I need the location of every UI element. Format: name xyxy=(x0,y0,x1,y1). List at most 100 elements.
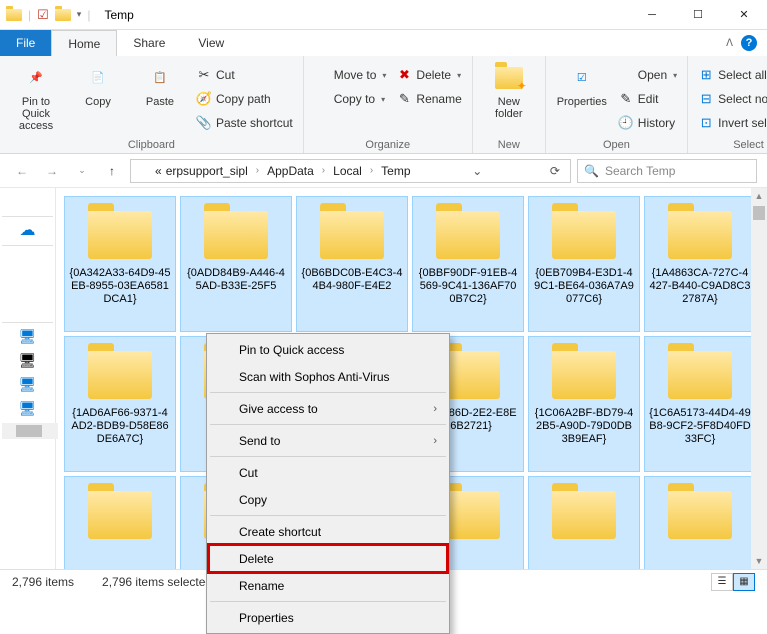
folder-item[interactable] xyxy=(64,476,176,569)
crumb-prefix: « xyxy=(155,164,162,178)
new-folder-icon xyxy=(495,67,523,89)
ctx-send-to[interactable]: Send to› xyxy=(209,427,447,454)
search-box[interactable]: 🔍 Search Temp xyxy=(577,159,757,183)
folder-item[interactable]: {1AD6AF66-9371-4AD2-BDB9-D58E86DE6A7C} xyxy=(64,336,176,472)
folder-icon xyxy=(668,351,732,399)
ribbon: 📌Pin to Quick access 📄Copy 📋Paste ✂Cut 🧭… xyxy=(0,56,767,154)
copy-path-button[interactable]: 🧭Copy path xyxy=(196,88,293,110)
nav-history-button[interactable]: ⌄ xyxy=(70,159,94,183)
close-button[interactable]: ✕ xyxy=(721,0,767,30)
maximize-button[interactable]: ☐ xyxy=(675,0,721,30)
paste-button[interactable]: 📋Paste xyxy=(134,60,186,108)
addr-dropdown-button[interactable]: ⌄ xyxy=(466,164,488,178)
ctx-create-shortcut[interactable]: Create shortcut xyxy=(209,518,447,545)
select-none-button[interactable]: ⊟Select none xyxy=(698,88,767,110)
crumb[interactable]: Local xyxy=(333,164,362,178)
scroll-down-icon[interactable]: ▼ xyxy=(751,553,767,569)
folder-name: {0B6BDC0B-E4C3-44B4-980F-E4E2 xyxy=(301,267,403,293)
divider: | xyxy=(87,8,90,22)
nav-tree[interactable]: ☁ 🖥 🖥 🖥 🖥 xyxy=(0,188,56,569)
crumb[interactable]: Temp xyxy=(381,164,410,178)
delete-button[interactable]: ✖Delete▾ xyxy=(396,64,461,86)
tree-scrollbar-h[interactable] xyxy=(2,423,58,439)
paste-shortcut-button[interactable]: 📎Paste shortcut xyxy=(196,112,293,134)
open-button[interactable]: Open▾ xyxy=(618,64,677,86)
history-icon: 🕘 xyxy=(618,115,634,131)
edit-icon: ✎ xyxy=(618,91,634,107)
new-folder-button[interactable]: New folder xyxy=(483,60,535,120)
file-tab[interactable]: File xyxy=(0,30,51,56)
crumb[interactable]: AppData xyxy=(267,164,314,178)
folder-item[interactable]: {1C06A2BF-BD79-42B5-A90D-79D0DB3B9EAF} xyxy=(528,336,640,472)
open-group: ☑ Properties Open▾ ✎Edit 🕘History Open xyxy=(546,56,688,153)
chevron-right-icon[interactable]: › xyxy=(366,165,377,176)
folder-name: {1AD6AF66-9371-4AD2-BDB9-D58E86DE6A7C} xyxy=(69,407,171,447)
files-scrollbar-v[interactable]: ▲ ▼ xyxy=(751,188,767,569)
ctx-scan-antivirus[interactable]: Scan with Sophos Anti-Virus xyxy=(209,363,447,390)
ctx-rename[interactable]: Rename xyxy=(209,572,447,599)
ctx-properties[interactable]: Properties xyxy=(209,604,447,631)
edit-button[interactable]: ✎Edit xyxy=(618,88,677,110)
folder-icon xyxy=(668,211,732,259)
history-button[interactable]: 🕘History xyxy=(618,112,677,134)
move-to-button[interactable]: Move to▾ xyxy=(314,64,387,86)
pc-icon: 🖥 xyxy=(19,352,37,369)
crumb[interactable]: erpsupport_sipl xyxy=(166,164,248,178)
scroll-thumb[interactable] xyxy=(753,206,765,220)
properties-button[interactable]: ☑ Properties xyxy=(556,60,608,108)
folder-item[interactable]: {0BBF90DF-91EB-4569-9C41-136AF700B7C2} xyxy=(412,196,524,332)
scroll-up-icon[interactable]: ▲ xyxy=(751,188,767,204)
ctx-pin-quick-access[interactable]: Pin to Quick access xyxy=(209,336,447,363)
ribbon-tabs: File Home Share View ᐱ ? xyxy=(0,30,767,56)
folder-item[interactable] xyxy=(644,476,756,569)
folder-icon xyxy=(436,211,500,259)
folder-item[interactable] xyxy=(528,476,640,569)
folder-name: {1C6A5173-44D4-49B8-9CF2-5F8D40FD33FC} xyxy=(649,407,751,447)
refresh-button[interactable]: ⟳ xyxy=(544,164,566,178)
pc-icon: 🖥 xyxy=(19,328,37,345)
folder-item[interactable]: {1A4863CA-727C-4427-B440-C9AD8C32787A} xyxy=(644,196,756,332)
select-group: ⊞Select all ⊟Select none ⊡Invert selecti… xyxy=(688,56,767,153)
pin-quick-access-button[interactable]: 📌Pin to Quick access xyxy=(10,60,62,132)
chevron-right-icon: › xyxy=(433,403,437,415)
separator xyxy=(210,601,446,602)
minimize-button[interactable]: ─ xyxy=(629,0,675,30)
ctx-give-access-to[interactable]: Give access to› xyxy=(209,395,447,422)
group-label: Select xyxy=(698,139,767,151)
folder-item[interactable]: {0A342A33-64D9-45EB-8955-03EA6581DCA1} xyxy=(64,196,176,332)
selectnone-icon: ⊟ xyxy=(698,91,714,107)
folder-icon xyxy=(88,211,152,259)
nav-up-button[interactable]: ↑ xyxy=(100,159,124,183)
dropdown-caret-icon[interactable]: ▾ xyxy=(77,9,82,20)
ctx-delete[interactable]: Delete xyxy=(209,545,447,572)
label: Copy xyxy=(85,96,111,108)
icons-view-button[interactable]: ▦ xyxy=(733,573,755,591)
collapse-ribbon-icon[interactable]: ᐱ xyxy=(726,38,733,49)
folder-item[interactable]: {1C6A5173-44D4-49B8-9CF2-5F8D40FD33FC} xyxy=(644,336,756,472)
folder-item[interactable]: {0EB709B4-E3D1-49C1-BE64-036A7A9077C6} xyxy=(528,196,640,332)
share-tab[interactable]: Share xyxy=(117,30,182,56)
window-title: Temp xyxy=(104,8,133,22)
view-tab[interactable]: View xyxy=(182,30,241,56)
rename-button[interactable]: ✎Rename xyxy=(396,88,461,110)
folder-item[interactable]: {0ADD84B9-A446-45AD-B33E-25F5 xyxy=(180,196,292,332)
invert-selection-button[interactable]: ⊡Invert selection xyxy=(698,112,767,134)
address-bar[interactable]: « erpsupport_sipl› AppData› Local› Temp … xyxy=(130,159,571,183)
nav-forward-button[interactable]: → xyxy=(40,159,64,183)
copy-button[interactable]: 📄Copy xyxy=(72,60,124,108)
nav-back-button[interactable]: ← xyxy=(10,159,34,183)
select-all-button[interactable]: ⊞Select all xyxy=(698,64,767,86)
group-label: Organize xyxy=(314,139,462,151)
help-icon[interactable]: ? xyxy=(741,35,757,51)
chevron-right-icon[interactable]: › xyxy=(252,165,263,176)
chevron-right-icon[interactable]: › xyxy=(318,165,329,176)
ctx-copy[interactable]: Copy xyxy=(209,486,447,513)
home-tab[interactable]: Home xyxy=(51,30,117,56)
cut-button[interactable]: ✂Cut xyxy=(196,64,293,86)
ctx-cut[interactable]: Cut xyxy=(209,459,447,486)
folder-item[interactable]: {0B6BDC0B-E4C3-44B4-980F-E4E2 xyxy=(296,196,408,332)
delete-x-icon: ✖ xyxy=(396,67,412,83)
new-group: New folder New xyxy=(473,56,546,153)
copy-to-button[interactable]: Copy to▾ xyxy=(314,88,387,110)
details-view-button[interactable]: ☰ xyxy=(711,573,733,591)
